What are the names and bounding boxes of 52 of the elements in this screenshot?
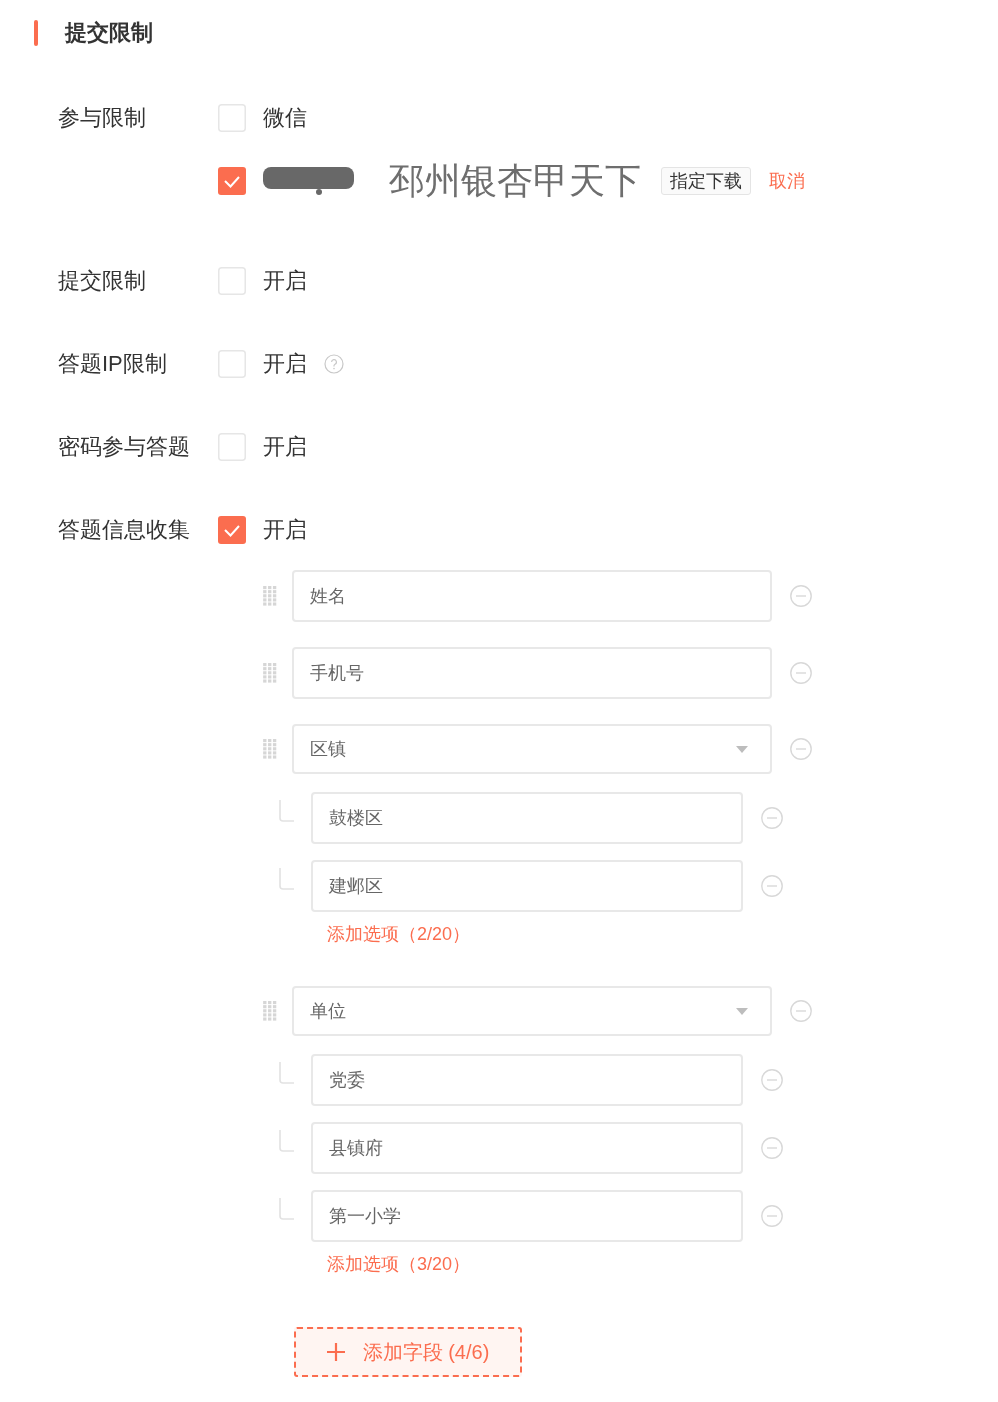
option-field[interactable]: 县镇府 [311, 1122, 743, 1174]
checkbox[interactable] [218, 104, 246, 132]
minus-circle-icon[interactable] [790, 1000, 812, 1022]
checkbox[interactable] [218, 433, 246, 461]
drag-handle-icon[interactable] [263, 1001, 277, 1021]
setting-label: 密码参与答题 [58, 433, 191, 461]
option-label: 开启 [263, 433, 307, 461]
section-title: 提交限制 [65, 19, 153, 47]
option-label: 微信 [263, 104, 307, 132]
select-field[interactable]: 区镇 [292, 724, 772, 774]
plus-icon [326, 1343, 345, 1361]
caret-icon [736, 745, 748, 753]
accent-bar [34, 20, 38, 46]
branch-icon [279, 800, 294, 822]
option-field[interactable]: 鼓楼区 [311, 792, 743, 844]
checkbox[interactable] [218, 350, 246, 378]
option-field[interactable]: 第一小学 [311, 1190, 743, 1242]
branch-icon [279, 1062, 294, 1084]
minus-circle-icon[interactable] [761, 1137, 783, 1159]
branch-icon [279, 868, 294, 890]
option-field[interactable]: 建邺区 [311, 860, 743, 912]
checkbox[interactable] [218, 516, 246, 544]
setting-label: 答题信息收集 [58, 516, 191, 544]
checkbox[interactable] [218, 267, 246, 295]
minus-circle-icon[interactable] [761, 1069, 783, 1091]
setting-label: 提交限制 [58, 267, 147, 295]
option-label: 开启 [263, 350, 307, 378]
option-field[interactable]: 党委 [311, 1054, 743, 1106]
minus-circle-icon[interactable] [790, 738, 812, 760]
help-icon[interactable] [324, 354, 344, 374]
caret-icon [736, 1007, 748, 1015]
drag-handle-icon[interactable] [263, 586, 277, 606]
caption-text: 邳州银杏甲天下 [389, 161, 641, 201]
minus-circle-icon[interactable] [761, 875, 783, 897]
checkbox[interactable] [218, 167, 246, 195]
drag-handle-icon[interactable] [263, 663, 277, 683]
setting-label: 答题IP限制 [58, 350, 168, 378]
minus-circle-icon[interactable] [761, 1205, 783, 1227]
select-field[interactable]: 单位 [292, 986, 772, 1036]
text-field[interactable]: 姓名 [292, 570, 772, 622]
branch-icon [279, 1198, 294, 1220]
option-label: 开启 [263, 516, 307, 544]
minus-circle-icon[interactable] [790, 585, 812, 607]
drag-handle-icon[interactable] [263, 739, 277, 759]
minus-circle-icon[interactable] [761, 807, 783, 829]
setting-label: 参与限制 [58, 104, 147, 132]
download-button[interactable]: 指定下载 [661, 167, 751, 195]
text-field[interactable]: 手机号 [292, 647, 772, 699]
branch-icon [279, 1130, 294, 1152]
redaction-icon [263, 167, 355, 195]
option-label: 开启 [263, 267, 307, 295]
minus-circle-icon[interactable] [790, 662, 812, 684]
